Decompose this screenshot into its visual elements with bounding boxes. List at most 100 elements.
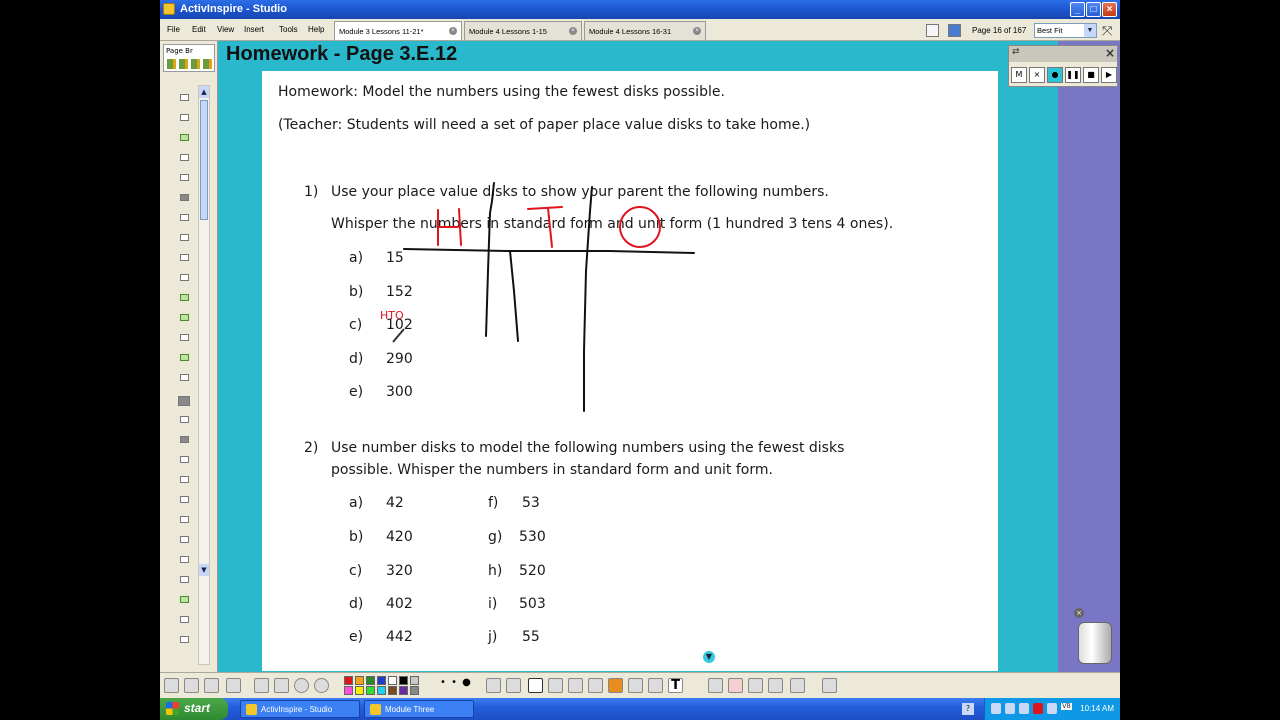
color-swatch-pink[interactable] (344, 686, 353, 695)
page-thumbnail[interactable] (180, 536, 189, 543)
shape-icon[interactable] (608, 678, 623, 693)
pen-icon[interactable] (528, 678, 543, 693)
menu-help[interactable]: Help (308, 25, 324, 34)
page-thumbnail[interactable] (180, 194, 189, 201)
flipchart-canvas[interactable]: Homework - Page 3.E.12 Homework: Model t… (218, 41, 1058, 672)
tab-close-icon[interactable]: × (693, 27, 701, 35)
recorder-titlebar[interactable]: ⇄ × (1009, 46, 1117, 62)
highlighter-icon[interactable] (548, 678, 563, 693)
dual-user-icon[interactable] (948, 24, 961, 37)
mute-button[interactable]: M (1011, 67, 1027, 83)
menu-edit[interactable]: Edit (192, 25, 206, 34)
menu-tools[interactable]: Tools (279, 25, 298, 34)
menu-view[interactable]: View (217, 25, 234, 34)
redo-icon[interactable] (768, 678, 783, 693)
color-swatch-green[interactable] (366, 676, 375, 685)
scrollbar-thumb[interactable] (200, 100, 208, 220)
tray-icon[interactable] (1033, 703, 1043, 714)
page-thumbnail[interactable] (180, 154, 189, 161)
record-button[interactable]: ● (1047, 67, 1063, 83)
trash-icon[interactable] (1078, 622, 1112, 664)
color-swatch-purple[interactable] (399, 686, 408, 695)
minimize-button[interactable]: _ (1070, 2, 1085, 17)
page-thumbnail[interactable] (180, 134, 189, 141)
page-thumbnail[interactable] (180, 516, 189, 523)
eraser-icon[interactable] (568, 678, 583, 693)
page-thumbnail[interactable] (180, 174, 189, 181)
clock-icon[interactable] (314, 678, 329, 693)
page-thumbnail[interactable] (180, 456, 189, 463)
fill-icon[interactable] (588, 678, 603, 693)
page-scroll-handle[interactable]: ▼ (701, 649, 717, 665)
page-thumbnail[interactable] (180, 94, 189, 101)
color-swatch-dark-gray[interactable] (410, 686, 419, 695)
tab-module-3[interactable]: Module 3 Lessons 11-21* × (334, 21, 462, 40)
page-thumbnail[interactable] (180, 274, 189, 281)
scroll-up-icon[interactable]: ▲ (199, 86, 209, 98)
page-thumbnail[interactable] (180, 214, 189, 221)
color-swatch-blue[interactable] (377, 676, 386, 685)
close-icon[interactable]: × (1074, 608, 1084, 618)
browser-icon[interactable] (184, 678, 199, 693)
tray-icon[interactable] (1005, 703, 1015, 714)
play-button[interactable]: ▶ (1101, 67, 1117, 83)
text-tool-icon[interactable]: T (668, 678, 683, 693)
tab-close-icon[interactable]: × (569, 27, 577, 35)
tray-icon[interactable] (1047, 703, 1057, 714)
clear-icon[interactable] (708, 678, 723, 693)
page-thumbnail[interactable] (180, 576, 189, 583)
previous-page-icon[interactable] (254, 678, 269, 693)
color-swatch-red[interactable] (344, 676, 353, 685)
desktop-icon[interactable] (204, 678, 219, 693)
page-browser-scrollbar[interactable]: ▲ ▼ (198, 85, 210, 665)
cancel-button[interactable]: × (1029, 67, 1045, 83)
menu-insert[interactable]: Insert (244, 25, 264, 34)
color-swatch-orange[interactable] (355, 676, 364, 685)
color-swatch-brown[interactable] (388, 686, 397, 695)
taskbar-item-activinspire[interactable]: ActivInspire - Studio (240, 700, 360, 718)
reset-icon[interactable] (728, 678, 743, 693)
pause-button[interactable]: ❚❚ (1065, 67, 1081, 83)
trash-can[interactable]: × (1070, 606, 1118, 668)
page-resource-icon[interactable] (790, 678, 805, 693)
page-thumbnail[interactable] (180, 596, 189, 603)
color-swatch-white[interactable] (388, 676, 397, 685)
next-page-icon[interactable] (274, 678, 289, 693)
color-swatch-gray[interactable] (410, 676, 419, 685)
camera-icon[interactable] (648, 678, 663, 693)
taskbar-item-module[interactable]: Module Three (364, 700, 474, 718)
maximize-button[interactable]: □ (1086, 2, 1101, 17)
color-swatch-black[interactable] (399, 676, 408, 685)
page-thumbnail[interactable] (180, 636, 189, 643)
color-swatch-lime[interactable] (366, 686, 375, 695)
start-button[interactable]: start (160, 698, 228, 720)
page-thumbnail[interactable] (180, 496, 189, 503)
page-thumbnail[interactable] (180, 436, 189, 443)
main-menu-icon[interactable] (164, 678, 179, 693)
select-icon[interactable] (486, 678, 501, 693)
menu-file[interactable]: File (167, 25, 180, 34)
tools-icon[interactable] (226, 678, 241, 693)
page-icon[interactable] (926, 24, 939, 37)
page-thumbnail-current[interactable] (178, 396, 190, 406)
page-thumbnail[interactable] (180, 416, 189, 423)
close-button[interactable]: × (1102, 2, 1117, 17)
scroll-down-icon[interactable]: ▼ (199, 564, 209, 576)
page-thumbnail[interactable] (180, 476, 189, 483)
browser-tabs-icons[interactable] (167, 59, 213, 69)
stop-button[interactable]: ■ (1083, 67, 1099, 83)
fullscreen-icon[interactable]: ⤧ (1102, 23, 1112, 39)
close-icon[interactable]: × (1105, 46, 1115, 60)
page-thumbnail[interactable] (180, 234, 189, 241)
magic-ink-icon[interactable] (628, 678, 643, 693)
help-icon[interactable]: ? (962, 703, 974, 715)
page-thumbnail[interactable] (180, 334, 189, 341)
page-thumbnail[interactable] (180, 254, 189, 261)
page-browser-header[interactable]: Page Br (163, 44, 215, 72)
tray-icon[interactable] (1019, 703, 1029, 714)
tools-picker-icon[interactable] (506, 678, 521, 693)
pen-width-icon[interactable]: • • ● (440, 677, 472, 688)
tab-module-4-b[interactable]: Module 4 Lessons 16-31 × (584, 21, 706, 40)
undo-icon[interactable] (748, 678, 763, 693)
tray-label[interactable]: V8 (1061, 703, 1072, 710)
